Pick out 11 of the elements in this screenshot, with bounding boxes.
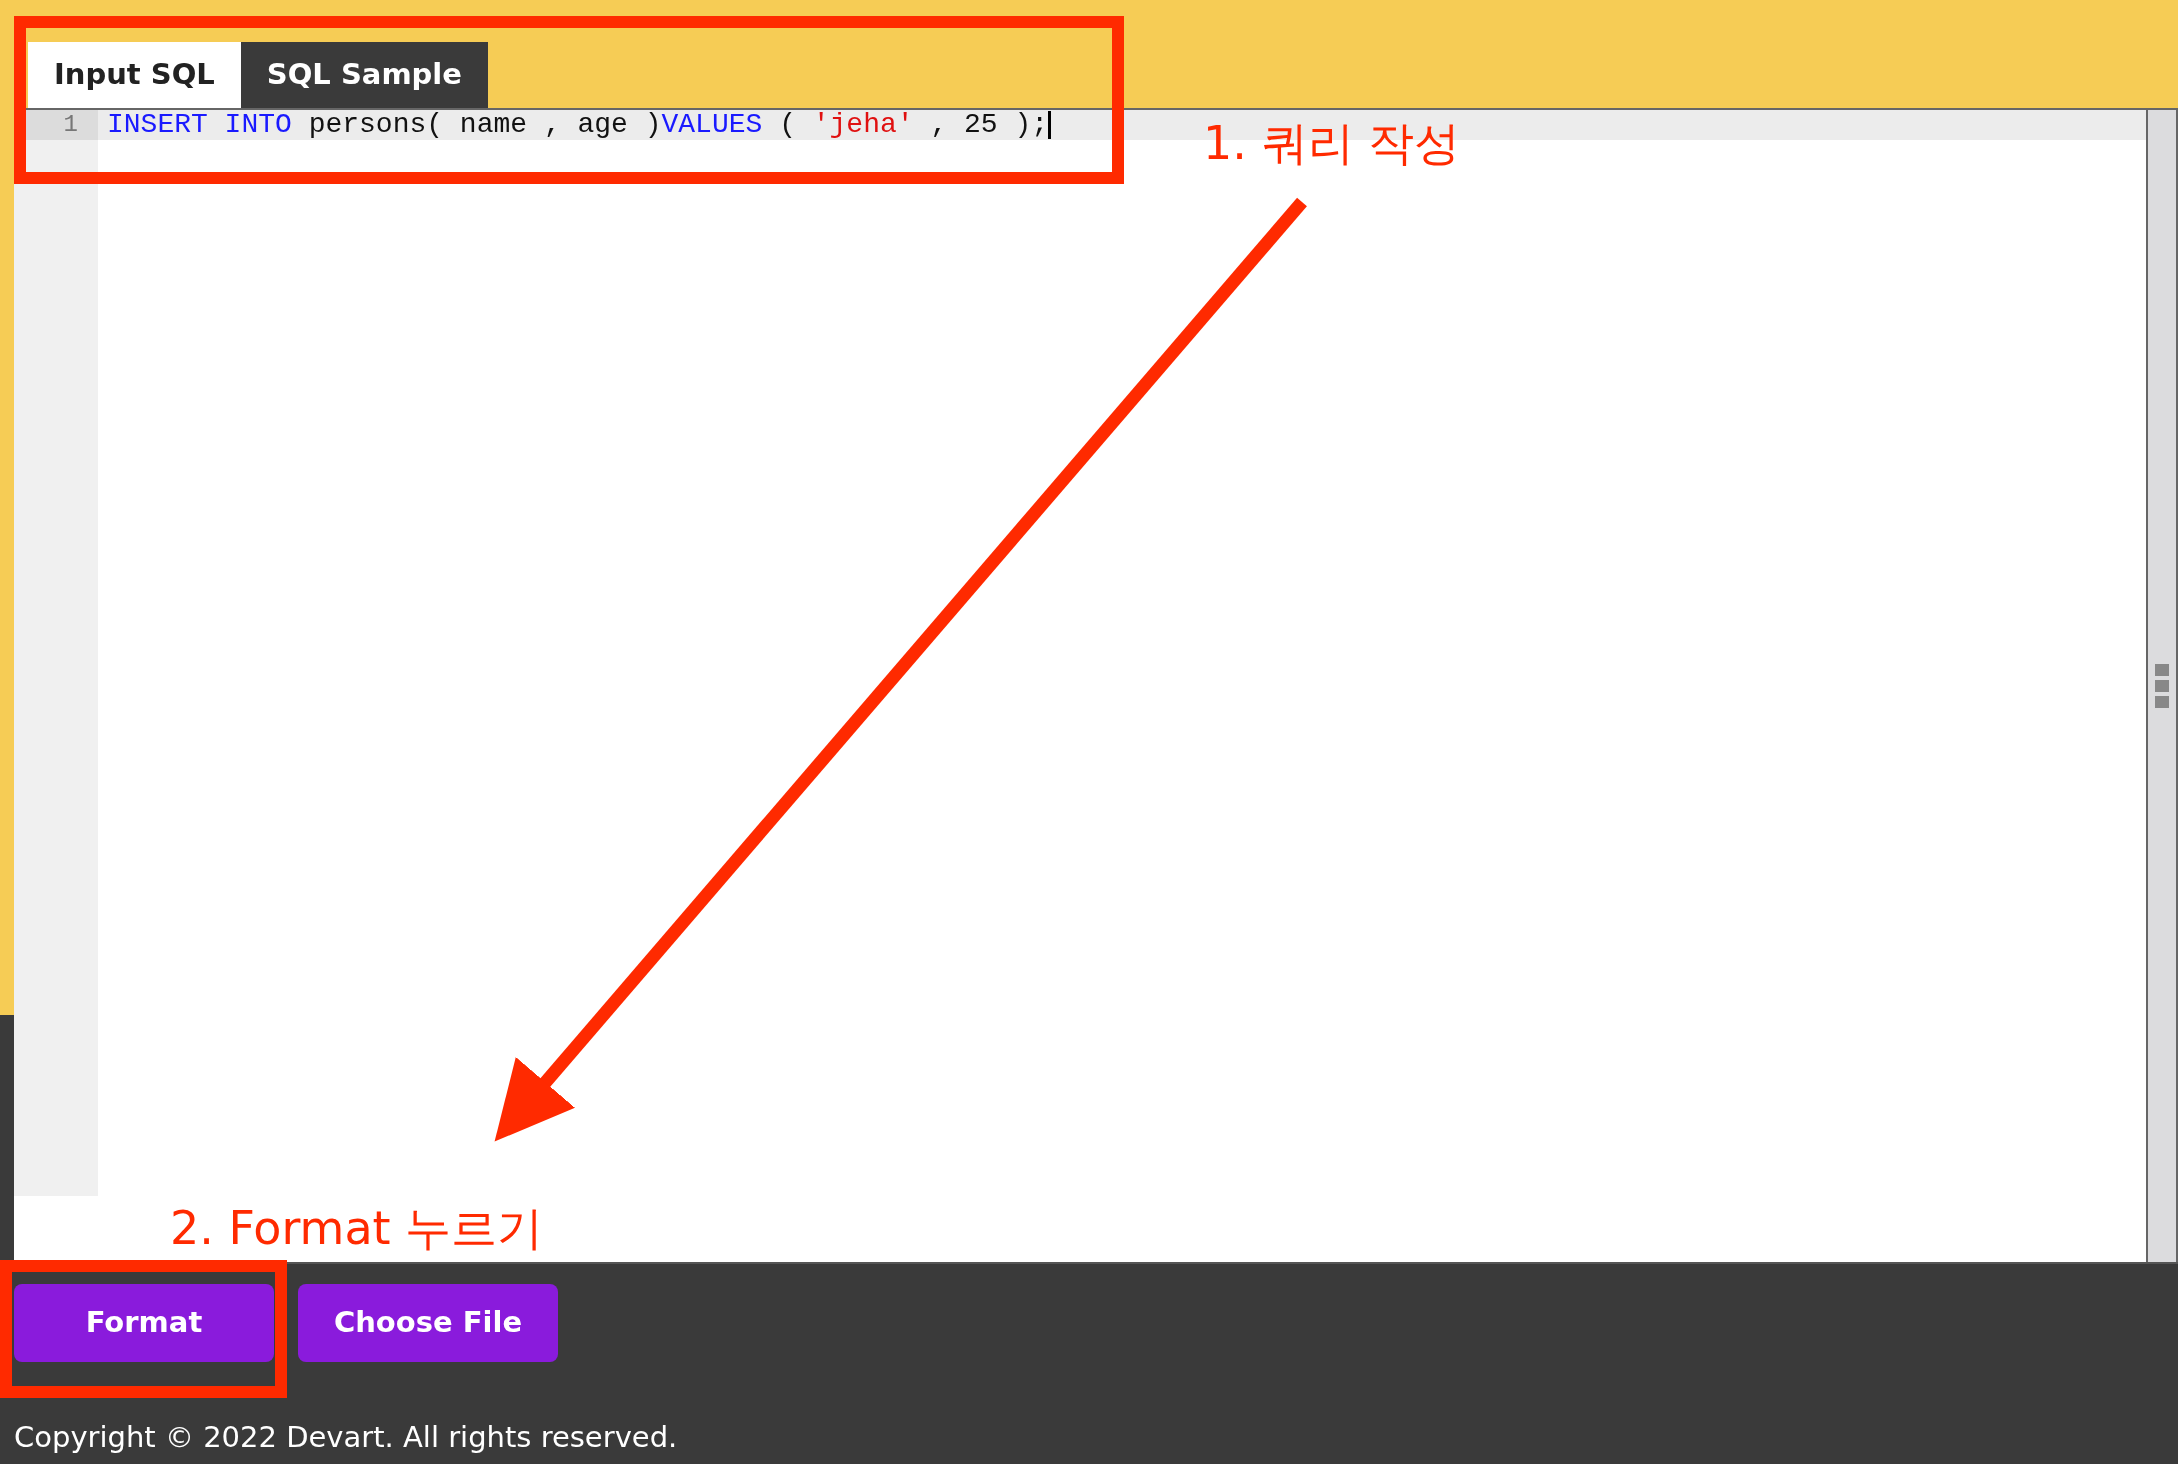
code-line: INSERT INTO persons( name , age )VALUES ( 'jeha' , 25 ); xyxy=(107,109,1048,140)
scrollbar[interactable] xyxy=(2146,108,2178,1262)
annotation-text: 1. 쿼리 작성 xyxy=(1203,120,1461,166)
tab[interactable]: SQL Sample xyxy=(240,42,488,108)
choose-file-button[interactable]: Choose File xyxy=(298,1284,558,1362)
annotation-text: 2. Format 누르기 xyxy=(170,1205,544,1251)
format-button[interactable]: Format xyxy=(14,1284,274,1362)
grip-icon xyxy=(2155,664,2169,708)
tab[interactable]: Input SQL xyxy=(28,42,241,108)
text-cursor xyxy=(1048,110,1051,139)
copyright-text: Copyright © 2022 Devart. All rights reserved. xyxy=(14,1419,679,1456)
